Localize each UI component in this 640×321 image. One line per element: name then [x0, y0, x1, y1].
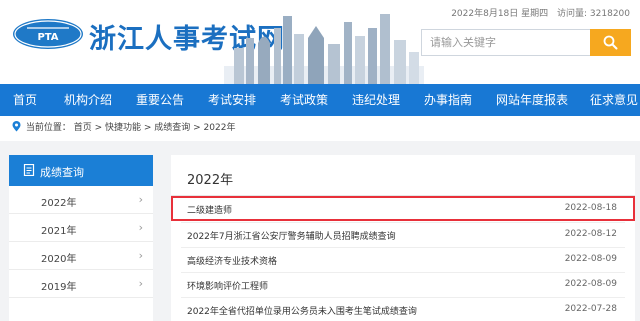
list-item-title[interactable]: 高级经济专业技术资格: [187, 254, 277, 267]
sidebar-item-2020[interactable]: 2020年 ›: [9, 242, 153, 270]
site-logo[interactable]: PTA: [13, 19, 83, 49]
list-item-title[interactable]: 二级建造师: [187, 203, 232, 216]
search-button[interactable]: [590, 29, 631, 56]
sidebar-item-2019[interactable]: 2019年 ›: [9, 270, 153, 298]
sidebar-item-2021[interactable]: 2021年 ›: [9, 214, 153, 242]
search-icon: [603, 35, 618, 50]
site-header: PTA 浙江人事考试网 2022年8月18日 星期四 访问量: 3218200: [0, 0, 640, 84]
chevron-right-icon: ›: [138, 221, 143, 234]
list-item-date: 2022-07-28: [564, 304, 617, 314]
visit-counter: 访问量: 3218200: [557, 9, 630, 19]
list-item[interactable]: 2022年全省代招单位录用公务员未入围考生笔试成绩查询 2022-07-28: [171, 297, 635, 321]
breadcrumb-path[interactable]: 首页 > 快捷功能 > 成绩查询 > 2022年: [74, 120, 236, 133]
sidebar-item-label: 2021年: [41, 226, 77, 237]
sidebar-item-label: 2020年: [41, 254, 77, 265]
logo-emblem-icon: PTA: [14, 20, 82, 48]
top-info: 2022年8月18日 星期四 访问量: 3218200: [445, 6, 630, 19]
main-nav: 首页 机构介绍 重要公告 考试安排 考试政策 违纪处理 办事指南 网站年度报表 …: [0, 84, 640, 116]
sidebar-title: 成绩查询: [40, 166, 84, 179]
nav-item-guide[interactable]: 办事指南: [424, 84, 472, 116]
results-panel: 2022年 二级建造师 2022-08-18 2022年7月浙江省公安厅警务辅助…: [171, 155, 635, 321]
page-title: 2022年: [187, 173, 234, 188]
nav-item-exam-schedule[interactable]: 考试安排: [208, 84, 256, 116]
nav-item-announcements[interactable]: 重要公告: [136, 84, 184, 116]
list-item[interactable]: 高级经济专业技术资格 2022-08-09: [171, 247, 635, 272]
nav-item-feedback[interactable]: 征求意见: [590, 84, 638, 116]
breadcrumb: 当前位置： 首页 > 快捷功能 > 成绩查询 > 2022年: [12, 120, 235, 134]
city-skyline-illustration: [224, 14, 424, 84]
list-item-date: 2022-08-12: [564, 229, 617, 239]
sidebar-item-label: 2019年: [41, 282, 77, 293]
list-item[interactable]: 2022年7月浙江省公安厅警务辅助人员招聘成绩查询 2022-08-12: [171, 222, 635, 247]
list-item-date: 2022-08-18: [564, 203, 617, 213]
nav-item-violations[interactable]: 违纪处理: [352, 84, 400, 116]
logo-text: PTA: [37, 32, 58, 43]
list-item-date: 2022-08-09: [564, 279, 617, 289]
list-item-title[interactable]: 环境影响评价工程师: [187, 279, 268, 292]
nav-item-about[interactable]: 机构介绍: [64, 84, 112, 116]
list-item-title[interactable]: 2022年7月浙江省公安厅警务辅助人员招聘成绩查询: [187, 229, 396, 242]
location-pin-icon: [12, 121, 21, 132]
breadcrumb-prefix: 当前位置：: [25, 123, 71, 133]
sidebar-item-label: 2022年: [41, 198, 77, 209]
list-item[interactable]: 环境影响评价工程师 2022-08-09: [171, 272, 635, 297]
list-item-date: 2022-08-09: [564, 254, 617, 264]
document-icon: [23, 164, 35, 176]
sidebar-item-2022[interactable]: 2022年 ›: [9, 186, 153, 214]
list-item-title[interactable]: 2022年全省代招单位录用公务员未入围考生笔试成绩查询: [187, 304, 417, 317]
nav-item-exam-policy[interactable]: 考试政策: [280, 84, 328, 116]
list-item-highlighted[interactable]: 二级建造师 2022-08-18: [171, 196, 635, 221]
current-date: 2022年8月18日 星期四: [451, 9, 549, 19]
chevron-right-icon: ›: [138, 249, 143, 262]
chevron-right-icon: ›: [138, 277, 143, 290]
nav-item-home[interactable]: 首页: [13, 84, 37, 116]
search-box: [421, 29, 631, 56]
sidebar: 成绩查询 2022年 › 2021年 › 2020年 › 2019年 ›: [9, 155, 153, 321]
nav-item-annual-report[interactable]: 网站年度报表: [496, 84, 568, 116]
sidebar-header: 成绩查询: [9, 155, 153, 186]
chevron-right-icon: ›: [138, 193, 143, 206]
search-input[interactable]: [422, 30, 590, 55]
